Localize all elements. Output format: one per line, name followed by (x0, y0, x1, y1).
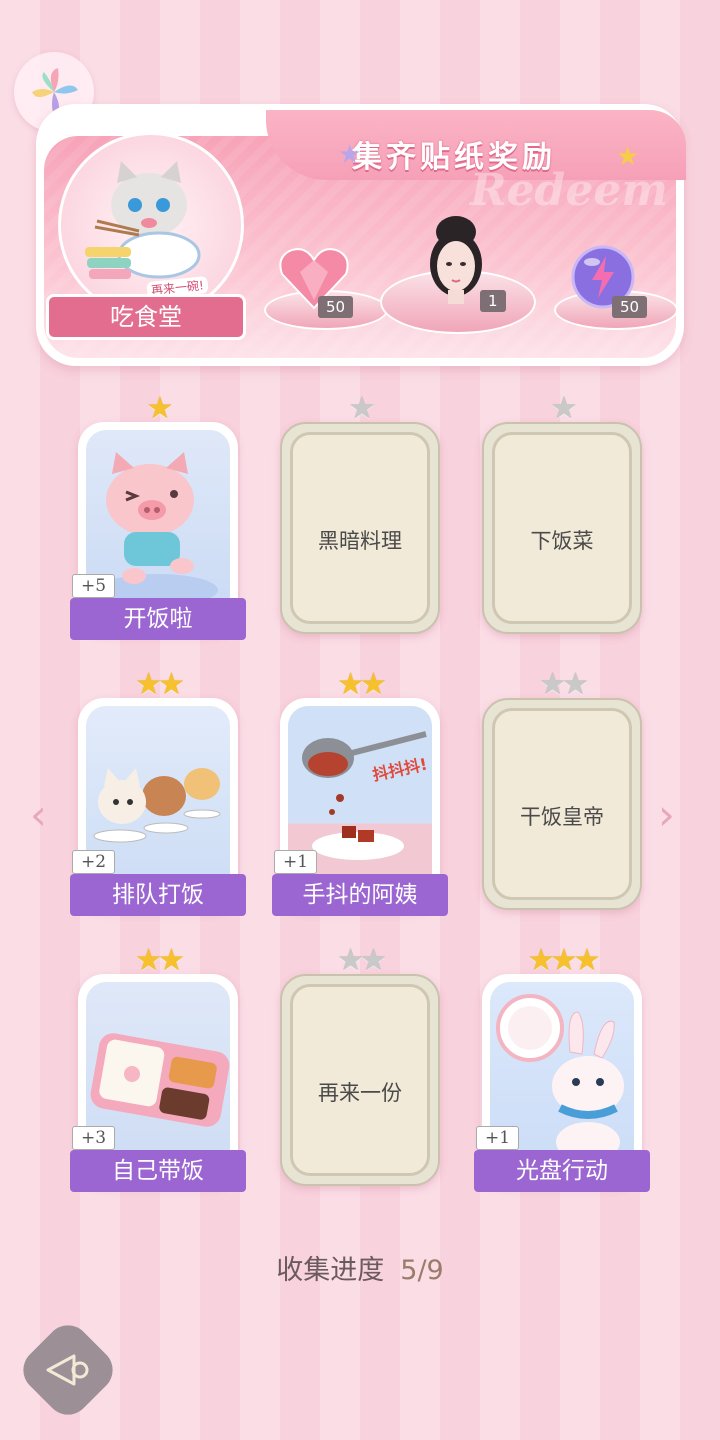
card-stars: ★★ (78, 946, 238, 976)
canteen-label: 吃食堂 (46, 294, 246, 340)
bonus-tag: +3 (72, 1126, 116, 1150)
star-icon: ★ (158, 667, 185, 702)
card-stars: ★★★ (482, 946, 642, 976)
star-icon: ★ (158, 943, 185, 978)
star-icon: ★ (360, 943, 387, 978)
star-icon: ★ (573, 943, 600, 978)
card-frame: 黑暗料理 (280, 422, 440, 634)
bonus-tag: +5 (72, 574, 116, 598)
sparkle-star-icon: ★ (338, 140, 362, 170)
sticker-card-locked[interactable]: ★ 下饭菜 (482, 394, 642, 634)
progress-label: 收集进度 (276, 1255, 385, 1286)
collection-progress: 收集进度 5/9 (0, 1248, 720, 1287)
card-frame: +1 光盘行动 (474, 974, 650, 1192)
canteen-mascot: 再来一碗! (58, 132, 244, 318)
bonus-tag: +2 (72, 850, 116, 874)
card-frame: +5 开饭啦 (70, 422, 246, 640)
star-icon: ★ (550, 943, 578, 978)
card-stars: ★ (482, 394, 642, 424)
card-label: 干饭皇帝 (520, 805, 604, 829)
card-frame: +3 自己带饭 (70, 974, 246, 1192)
star-icon: ★ (135, 943, 162, 978)
star-icon: ★ (337, 667, 364, 702)
card-label: 光盘行动 (474, 1150, 650, 1192)
card-stars: ★ (78, 394, 238, 424)
star-icon: ★ (360, 667, 387, 702)
back-arrow-icon (46, 1354, 89, 1386)
card-frame: 下饭菜 (482, 422, 642, 634)
star-icon: ★ (135, 667, 162, 702)
bonus-tag: +1 (476, 1126, 520, 1150)
card-label: 手抖的阿姨 (272, 874, 448, 916)
sticker-card[interactable]: ★★ 抖抖抖! +1 手抖的阿姨 (272, 670, 448, 916)
prev-page-arrow-icon[interactable]: ‹ (30, 790, 47, 839)
reward-count: 50 (318, 296, 354, 318)
card-frame: +2 排队打饭 (70, 698, 246, 916)
sticker-card[interactable]: ★★★ +1 光盘行动 (474, 946, 650, 1192)
star-icon: ★ (527, 943, 555, 978)
card-stars: ★★ (280, 946, 440, 976)
bonus-tag: +1 (274, 850, 318, 874)
card-stars: ★★ (78, 670, 238, 700)
next-page-arrow-icon[interactable]: › (658, 790, 675, 839)
star-icon: ★ (146, 391, 174, 426)
back-button[interactable] (30, 1332, 106, 1408)
card-label: 自己带饭 (70, 1150, 246, 1192)
card-blank: 下饭菜 (492, 432, 632, 624)
card-label: 下饭菜 (530, 529, 594, 553)
card-blank: 黑暗料理 (290, 432, 430, 624)
sticker-card-locked[interactable]: ★★ 再来一份 (280, 946, 440, 1186)
sticker-card[interactable]: ★★ +2 排队打饭 (70, 670, 246, 916)
card-stars: ★ (280, 394, 440, 424)
card-frame: 干饭皇帝 (482, 698, 642, 910)
card-label: 再来一份 (318, 1081, 402, 1105)
sparkle-star-icon: ★ (616, 142, 640, 172)
card-frame: 抖抖抖! +1 手抖的阿姨 (272, 698, 448, 916)
card-stars: ★★ (482, 670, 642, 700)
card-blank: 干饭皇帝 (492, 708, 632, 900)
reward-count: 1 (480, 290, 506, 312)
card-label: 黑暗料理 (318, 529, 402, 553)
sticker-card[interactable]: ★ +5 开饭啦 (70, 394, 246, 640)
card-label: 排队打饭 (70, 874, 246, 916)
sticker-card[interactable]: ★★ +3 自己带饭 (70, 946, 246, 1192)
star-icon: ★ (562, 667, 589, 702)
star-icon: ★ (337, 943, 364, 978)
card-frame: 再来一份 (280, 974, 440, 1186)
card-blank: 再来一份 (290, 984, 430, 1176)
star-icon: ★ (348, 391, 376, 426)
card-label: 开饭啦 (70, 598, 246, 640)
banner-title: 集齐贴纸奖励 (352, 140, 556, 175)
card-stars: ★★ (280, 670, 440, 700)
sticker-card-locked[interactable]: ★★ 干饭皇帝 (482, 670, 642, 910)
reward-count: 50 (612, 296, 648, 318)
star-icon: ★ (539, 667, 566, 702)
progress-value: 5/9 (400, 1255, 444, 1286)
star-icon: ★ (550, 391, 578, 426)
sticker-card-locked[interactable]: ★ 黑暗料理 (280, 394, 440, 634)
